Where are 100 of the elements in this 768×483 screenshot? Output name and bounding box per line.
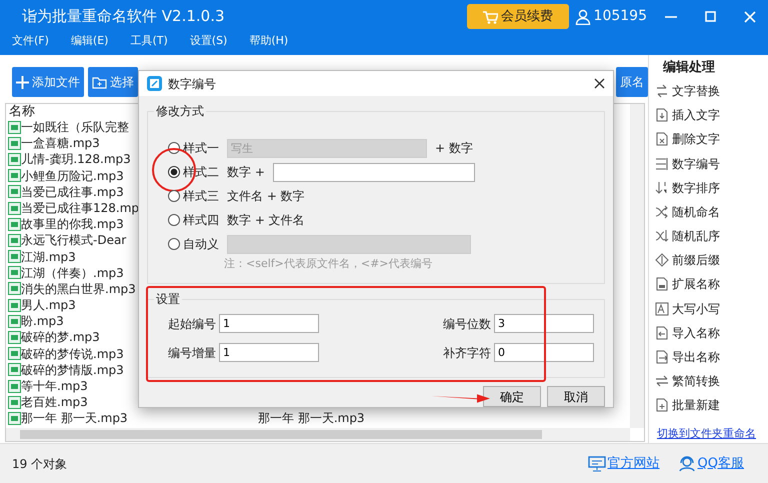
toolbar-button[interactable]: 原名 [616, 67, 648, 97]
tool-item[interactable]: 数字排序 [655, 176, 768, 200]
document-icon [655, 132, 669, 146]
tool-item[interactable]: 导出名称 [655, 344, 768, 370]
radio-button[interactable] [168, 142, 180, 154]
status-link[interactable]: 官方网站 [588, 454, 660, 474]
file-name[interactable]: 破碎的梦情版.mp3 [21, 362, 124, 378]
file-name[interactable]: 那一年 那一天.mp3 [21, 410, 128, 427]
vertical-scrollbar[interactable] [630, 104, 644, 428]
file-name[interactable]: 消失的黑白世界.mp3 [21, 280, 136, 298]
file-new-name: 那一年 那一天.mp3 [258, 410, 365, 427]
tool-item[interactable]: 数字编号 [655, 152, 768, 176]
text-field[interactable] [272, 162, 475, 182]
vip-button[interactable]: 会员续费 [466, 4, 569, 29]
horizontal-scrollbar[interactable] [6, 428, 630, 441]
file-name[interactable]: 永远飞行模式-Dear [21, 232, 126, 249]
document-icon [655, 277, 669, 292]
document-icon [655, 108, 669, 122]
audio-file-icon [8, 380, 21, 393]
file-name[interactable]: 男人.mp3 [21, 297, 76, 314]
menu-item[interactable]: 设置(S) [190, 33, 228, 50]
diamond-icon [655, 253, 669, 268]
radio-option[interactable]: 样式三 [168, 187, 219, 205]
menu-item[interactable]: 文件(F) [12, 33, 49, 50]
file-name[interactable]: 当爱已成往事128.mp [21, 200, 140, 216]
menu-item[interactable]: 编辑(E) [70, 33, 108, 50]
document-icon [655, 350, 669, 364]
audio-file-icon [8, 169, 21, 182]
text-field[interactable]: 3 [494, 314, 594, 333]
tool-item[interactable]: 扩展名称 [655, 272, 768, 297]
shuffle-icon [655, 229, 669, 244]
file-name[interactable]: 一盒喜糖.mp3 [21, 135, 100, 152]
tool-item[interactable]: 繁简转换 [655, 369, 768, 394]
file-name[interactable]: 江湖（伴奏）.mp3 [21, 264, 124, 281]
edit-icon [147, 76, 162, 91]
file-name[interactable]: 小鲤鱼历险记.mp3 [21, 168, 124, 184]
text-field[interactable]: 0 [494, 343, 594, 362]
file-name[interactable]: 故事里的你我.mp3 [21, 216, 124, 232]
window-title: 诣为批量重命名软件 V2.1.0.3 [22, 6, 225, 28]
radio-button[interactable] [168, 166, 180, 178]
dialog-button[interactable]: 取消 [547, 386, 605, 407]
file-name[interactable]: 儿情-龚玥.128.mp3 [21, 151, 131, 168]
option-text: 文件名 + 数字 [227, 188, 305, 205]
letter-case-icon [655, 302, 669, 316]
audio-file-icon [8, 412, 21, 425]
audio-file-icon [8, 347, 21, 360]
hint-text: 注：<self>代表原文件名，<#>代表编号 [223, 256, 434, 272]
list-icon [655, 156, 669, 171]
tool-item[interactable]: 批量新建 [655, 393, 768, 418]
file-name[interactable]: 一如既往（乐队完整 [21, 119, 129, 136]
toolbar-button[interactable]: 添加文件 [12, 67, 84, 97]
dialog-button[interactable]: 确定 [483, 386, 541, 407]
maximize-icon[interactable] [705, 11, 716, 22]
text-field[interactable]: 1 [219, 343, 319, 362]
cart-icon [482, 10, 498, 24]
user-icon [574, 8, 591, 24]
tool-item[interactable]: 大写小写 [655, 296, 768, 321]
menu-item[interactable]: 工具(T) [130, 33, 168, 50]
group-title: 设置 [155, 292, 181, 306]
radio-button[interactable] [168, 214, 180, 226]
tool-item[interactable]: 随机乱序 [655, 224, 768, 248]
radio-button[interactable] [168, 238, 180, 250]
column-header[interactable]: 名称 [9, 104, 35, 119]
radio-option[interactable]: 自动义 [168, 235, 219, 253]
field-label: 起始编号 [168, 316, 216, 332]
swap-arrows-icon [655, 84, 669, 98]
file-name[interactable]: 等十年.mp3 [21, 378, 88, 394]
audio-file-icon [8, 152, 21, 166]
option-text: 数字 + [227, 164, 265, 181]
radio-option[interactable]: 样式一 [168, 139, 219, 157]
audio-file-icon [8, 136, 21, 150]
option-text: 数字 + 文件名 [227, 212, 305, 229]
audio-file-icon [8, 363, 21, 376]
tool-item[interactable]: 前缀后缀 [655, 248, 768, 272]
file-name[interactable]: 江湖.mp3 [21, 248, 76, 265]
folder-rename-link[interactable]: 切换到文件夹重命名 [655, 426, 768, 443]
audio-file-icon [8, 396, 21, 409]
file-name[interactable]: 破碎的梦传说.mp3 [21, 346, 124, 362]
folder-icon [92, 76, 107, 88]
file-name[interactable]: 老百姓.mp3 [21, 394, 88, 410]
file-name[interactable]: 破碎的梦.mp3 [21, 329, 100, 346]
audio-file-icon [8, 185, 21, 198]
plus-icon [16, 76, 29, 88]
text-field[interactable]: 1 [219, 314, 319, 333]
status-link[interactable]: QQ客服 [678, 454, 744, 474]
audio-file-icon [8, 234, 21, 247]
tool-item[interactable]: 插入文字 [655, 103, 768, 128]
tool-item[interactable]: 随机命名 [655, 200, 768, 224]
menu-item[interactable]: 帮助(H) [249, 33, 288, 50]
file-name[interactable]: 盼.mp3 [21, 313, 64, 330]
tool-item[interactable]: 删除文字 [655, 127, 768, 152]
document-icon [655, 326, 669, 340]
radio-option[interactable]: 样式四 [168, 211, 219, 229]
toolbar-button[interactable]: 选择 [88, 67, 138, 97]
radio-button[interactable] [168, 190, 180, 202]
file-name[interactable]: 当爱已成往事.mp3 [21, 184, 124, 200]
tool-item[interactable]: 文字替换 [655, 79, 768, 104]
close-icon[interactable] [594, 78, 605, 89]
audio-file-icon [8, 250, 21, 264]
tool-item[interactable]: 导入名称 [655, 320, 768, 345]
